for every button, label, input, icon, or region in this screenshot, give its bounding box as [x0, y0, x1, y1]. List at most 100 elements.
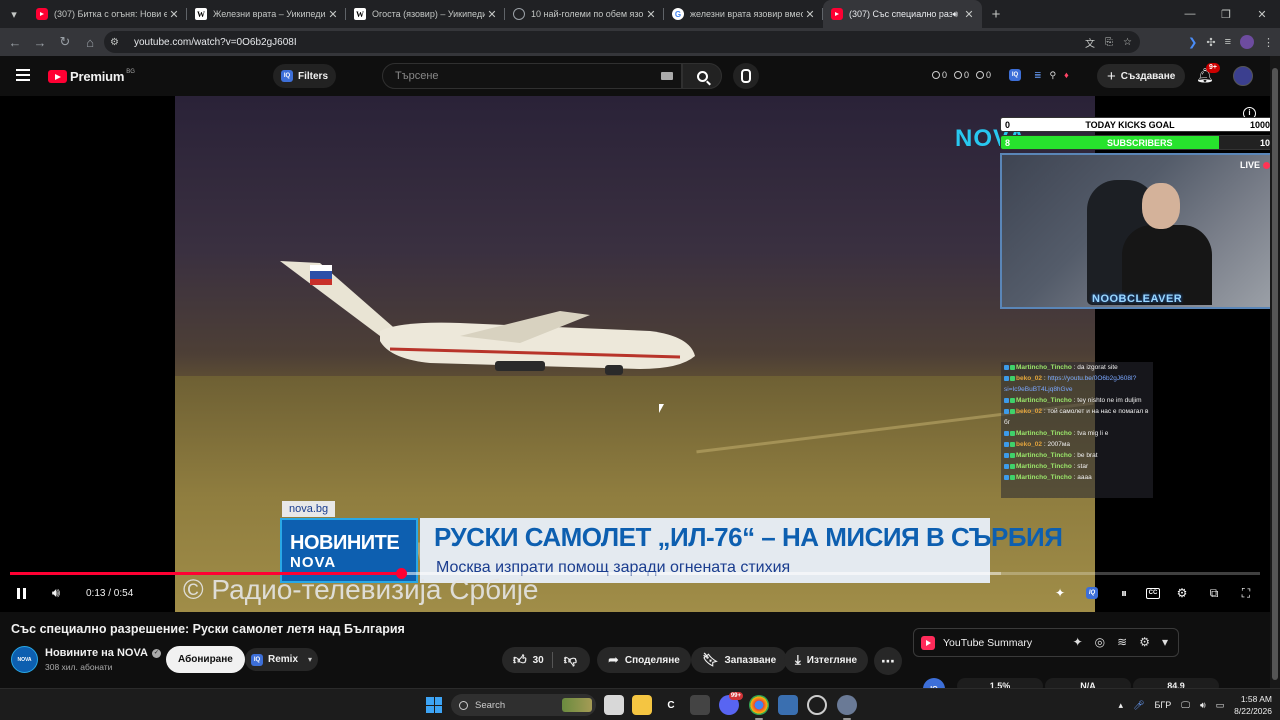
clock[interactable]: 1:58 AM 8/22/2026 [1234, 693, 1272, 717]
chevron-down-icon[interactable]: ▾ [308, 655, 312, 664]
chrome-icon[interactable] [749, 695, 769, 720]
youtube-logo[interactable]: Premium BG [48, 69, 135, 84]
subtitles-icon[interactable]: CC [1146, 587, 1160, 599]
voice-search-button[interactable] [733, 63, 759, 89]
browser-tab[interactable]: (307) Със специално разреш🔊︎ ✕ [823, 0, 982, 28]
badge-icon [1004, 409, 1009, 414]
network-icon[interactable]: 🖵︎ [1181, 700, 1190, 711]
home-icon[interactable]: ⌂ [78, 30, 102, 54]
like-button[interactable]: 👍︎ 30 [502, 652, 553, 668]
iq-player-icon[interactable]: IQ [1082, 583, 1102, 603]
app-record-icon[interactable] [807, 695, 827, 715]
battery-icon[interactable]: ▭ [1216, 700, 1225, 711]
app-c-icon[interactable]: C [661, 695, 681, 715]
app-photos-icon[interactable] [778, 695, 798, 715]
close-window-icon[interactable]: ✕ [1244, 0, 1280, 28]
bookmark-star-icon[interactable]: ☆ [1123, 37, 1132, 48]
pause-button[interactable] [12, 580, 30, 606]
mic-tray-icon[interactable]: 🎤︎ [1133, 700, 1144, 711]
keyboard-icon[interactable] [661, 72, 673, 80]
reload-icon[interactable]: ↻ [53, 30, 77, 54]
address-bar[interactable]: ⚙ youtube.com/watch?v=0O6b2gJ608I 文 ⎘ ☆ [104, 31, 1140, 53]
badge-icon [1010, 442, 1015, 447]
tray-chevron-icon[interactable]: ▴ [1119, 700, 1124, 711]
search-button[interactable] [682, 63, 722, 89]
chat-message: Martincho_Tincho : da izgorat site [1004, 362, 1150, 373]
tab-close-icon[interactable]: ✕ [326, 8, 340, 21]
settings-app-icon[interactable] [837, 695, 857, 720]
youtube-summary-panel[interactable]: YouTube Summary ✦ ◎ ≋ ⚙ ▾ [913, 628, 1179, 657]
minimize-icon[interactable]: — [1172, 0, 1208, 28]
site-info-icon[interactable]: ⚙ [110, 37, 126, 48]
install-app-icon[interactable]: ⎘ [1105, 37, 1113, 48]
settings-icon[interactable]: ⚙ [1139, 635, 1150, 649]
fullscreen-icon[interactable]: ⛶ [1236, 583, 1256, 603]
volume-icon[interactable]: 🔊︎ [48, 580, 64, 606]
search-input[interactable] [395, 70, 655, 82]
alert-icon[interactable]: ♦ [1064, 70, 1069, 80]
page-scrollbar[interactable] [1270, 56, 1280, 688]
save-button[interactable]: 🔖︎ Запазване [691, 647, 788, 673]
restore-icon[interactable]: ❐ [1208, 0, 1244, 28]
chrome-menu-icon[interactable]: ⋮ [1263, 36, 1274, 49]
video-player[interactable]: WWA NOVA i 0 TODAY KICKS GOAL 1000 8 SUB… [0, 96, 1270, 612]
menu-hamburger-icon[interactable] [16, 69, 30, 81]
channel-name[interactable]: Новините на NOVA ✓ [45, 647, 161, 659]
task-view-icon[interactable] [604, 695, 624, 715]
new-tab-button[interactable]: + [982, 6, 1010, 23]
sparkle-icon[interactable]: ✦ [1050, 583, 1070, 603]
subscribe-button[interactable]: Абониране [166, 646, 245, 673]
taskbar-search[interactable]: Search [451, 694, 596, 716]
pin-icon[interactable]: ⚲ [1050, 70, 1057, 81]
language-indicator[interactable]: БГР [1155, 700, 1172, 710]
scrubber-handle[interactable] [395, 568, 407, 579]
tab-close-icon[interactable]: ✕ [644, 8, 658, 21]
tab-close-icon[interactable]: ✕ [485, 8, 499, 21]
extension-icon[interactable]: ❯ [1188, 36, 1197, 49]
profile-avatar[interactable] [1240, 35, 1254, 49]
tab-close-icon[interactable]: ✕ [803, 8, 817, 21]
puzzle-extensions-icon[interactable]: ✣ [1206, 36, 1215, 49]
chevron-down-icon[interactable]: ▾ [1162, 635, 1168, 649]
list-icon[interactable]: ≣ [1034, 70, 1042, 81]
autoplay-toggle-icon[interactable]: ⏸ [1114, 583, 1134, 603]
search-icon [696, 70, 708, 82]
settings-gear-icon[interactable]: ⚙ [1172, 583, 1192, 603]
filters-button[interactable]: IQ Filters [273, 64, 337, 88]
more-actions-button[interactable]: ⋯ [874, 647, 902, 675]
tab-audio-icon[interactable]: 🔊︎ [952, 9, 958, 20]
dislike-button[interactable]: 👎︎ [553, 652, 588, 668]
forward-icon[interactable]: → [28, 30, 52, 54]
glasses-icon[interactable]: ◎ [1095, 635, 1105, 649]
file-explorer-icon[interactable] [632, 695, 652, 715]
miniplayer-icon[interactable]: ⧉ [1204, 583, 1224, 603]
tab-close-icon[interactable]: ✕ [962, 8, 976, 21]
translate-icon[interactable]: 文 [1085, 35, 1095, 50]
browser-tab[interactable]: Gжелезни врата язовир вмести ✕ [664, 0, 823, 28]
remix-button[interactable]: IQ Remix ▾ [245, 648, 319, 671]
browser-tab[interactable]: W Железни врата – Уикипедия ✕ [187, 0, 346, 28]
browser-tab[interactable]: (307) Битка с огъня: Нови евак✕ [28, 0, 187, 28]
share-button[interactable]: ➦ Споделяне [597, 647, 691, 673]
badge-icon [1010, 409, 1015, 414]
audio-wave-icon[interactable]: ≋ [1117, 635, 1127, 649]
create-button[interactable]: + Създаване [1097, 64, 1186, 88]
iq-icon[interactable]: IQ [1009, 69, 1021, 81]
windows-start-icon[interactable] [426, 697, 442, 713]
account-avatar[interactable] [1233, 66, 1253, 86]
progress-bar[interactable] [10, 568, 1260, 579]
download-button[interactable]: ⤓ Изтегляне [784, 647, 869, 673]
browser-tab[interactable]: 10 най-големи по обем язовир✕ [505, 0, 664, 28]
tab-close-icon[interactable]: ✕ [167, 8, 181, 21]
reading-list-icon[interactable]: ≡ [1225, 36, 1231, 48]
tab-search-chevron-icon[interactable]: ▾ [0, 0, 28, 28]
scrollbar-thumb[interactable] [1272, 68, 1278, 680]
app-printer-icon[interactable] [690, 695, 710, 715]
back-icon[interactable]: ← [3, 30, 27, 54]
discord-icon[interactable]: 99+ [719, 692, 743, 715]
channel-avatar[interactable]: NOVA [11, 646, 38, 673]
notifications-button[interactable]: 🔔︎ 9+ [1196, 63, 1220, 84]
browser-tab[interactable]: W Огоста (язовир) – Уикипедия ✕ [346, 0, 505, 28]
speaker-icon[interactable]: 🔊︎ [1200, 700, 1206, 711]
sparkle-icon[interactable]: ✦ [1073, 635, 1083, 649]
